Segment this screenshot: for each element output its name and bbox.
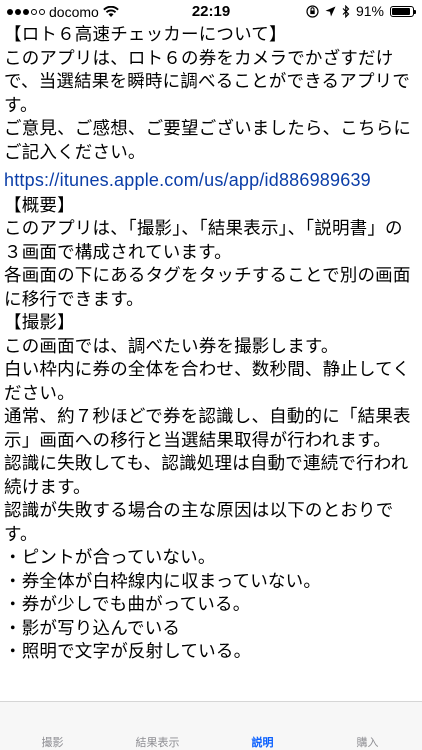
location-icon bbox=[325, 6, 336, 16]
paragraph-navigation: 各画面の下にあるタグをタッチすることで別の画面に移行できます。 bbox=[4, 266, 411, 310]
tab-results[interactable]: 結果表示 bbox=[105, 734, 210, 750]
tab-manual[interactable]: 説明 bbox=[210, 734, 315, 750]
status-bar: docomo 22:19 91% bbox=[0, 0, 422, 22]
paragraph-frame: 白い枠内に券の全体を合わせ、数秒間、静止してください。 bbox=[4, 360, 411, 404]
list-item: ・照明で文字が反射している。 bbox=[4, 642, 252, 662]
list-item: ・ピントが合っていない。 bbox=[4, 548, 216, 568]
section-title-overview: 【概要】 bbox=[4, 195, 75, 216]
paragraph-recognition: 通常、約７秒ほどで券を認識し、自動的に「結果表示」画面への移行と当選結果取得が行… bbox=[4, 407, 411, 451]
section-title-about: 【ロト６高速チェッカーについて】 bbox=[4, 25, 287, 45]
battery-icon bbox=[390, 5, 416, 17]
paragraph-retry: 認識に失敗しても、認識処理は自動で連続で行われ続けます。 bbox=[4, 454, 409, 498]
instructions-text: 【ロト６高速チェッカーについて】 このアプリは、ロト６の券をカメラでかざすだけで… bbox=[4, 24, 420, 700]
paragraph-intro: このアプリは、ロト６の券をカメラでかざすだけで、当選結果を瞬時に調べることができ… bbox=[4, 48, 411, 116]
paragraph-failure-causes: 認識が失敗する場合の主な原因は以下のとおりです。 bbox=[4, 501, 394, 545]
orientation-lock-icon bbox=[306, 4, 319, 18]
status-icons: 91% bbox=[306, 3, 416, 19]
section-title-capture: 【撮影】 bbox=[4, 313, 75, 333]
tab-capture[interactable]: 撮影 bbox=[0, 734, 105, 750]
tab-purchase[interactable]: 購入 bbox=[315, 734, 420, 750]
paragraph-capture: この画面では、調べたい券を撮影します。 bbox=[4, 336, 339, 357]
paragraph-overview: このアプリは、「撮影」、「結果表示」、「説明書」の３画面で構成されています。 bbox=[4, 219, 403, 263]
feedback-link[interactable]: https://itunes.apple.com/us/app/id886989… bbox=[4, 169, 420, 193]
list-item: ・券全体が白枠線内に収まっていない。 bbox=[4, 571, 322, 592]
paragraph-feedback: ご意見、ご感想、ご要望ございましたら、こちらにご記入ください。 bbox=[4, 119, 412, 163]
battery-percent: 91% bbox=[355, 3, 384, 19]
tab-bar: 撮影 結果表示 説明 購入 bbox=[0, 701, 422, 750]
bluetooth-icon bbox=[342, 4, 350, 18]
list-item: ・券が少しでも曲がっている。 bbox=[4, 595, 251, 615]
list-item: ・影が写り込んでいる bbox=[4, 618, 181, 639]
